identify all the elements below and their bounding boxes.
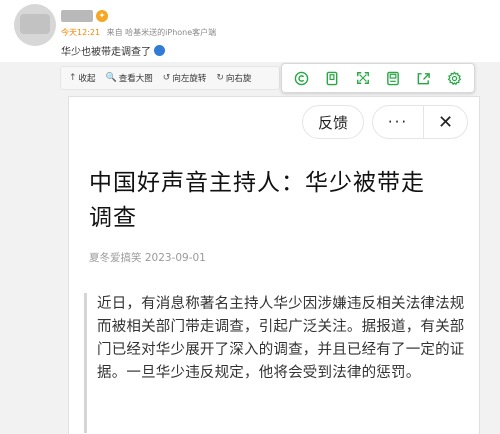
collapse-label: 收起 — [78, 74, 96, 84]
emoji-icon — [154, 45, 165, 56]
collapse-button[interactable]: ↑ 收起 — [69, 72, 96, 84]
expand-icon[interactable] — [352, 67, 374, 89]
feedback-button[interactable]: 反馈 — [302, 105, 364, 139]
settings-icon[interactable] — [444, 67, 466, 89]
rotate-right-button[interactable]: ↻ 向右旋 — [216, 72, 251, 84]
avatar[interactable] — [14, 4, 56, 46]
share-icon[interactable] — [413, 67, 435, 89]
rotate-left-label: 向左旋转 — [172, 74, 207, 84]
post-meta: 今天12:21 来自 哈基米送的iPhone客户端 — [61, 27, 216, 38]
bookmark-icon[interactable] — [321, 67, 343, 89]
extension-toolbar — [281, 63, 475, 93]
rotate-right-label: 向右旋 — [225, 74, 252, 84]
rotate-left-icon: ↺ — [162, 73, 171, 83]
post-source: 来自 哈基米送的iPhone客户端 — [106, 28, 217, 37]
article-body: 近日，有消息称著名主持人华少因涉嫌违反相关法律法规而被相关部门带走调查，引起广泛… — [97, 296, 465, 381]
rotate-left-button[interactable]: ↺ 向左旋转 — [163, 72, 207, 84]
rotate-right-icon: ↻ — [216, 73, 224, 83]
collapse-icon: ↑ — [69, 73, 77, 83]
article-title: 中国好声音主持人：华少被带走调查 — [89, 170, 425, 231]
quote-bar — [84, 293, 87, 433]
save-icon[interactable] — [382, 67, 404, 89]
post-text: 华少也被带走调查了 — [61, 43, 165, 58]
close-icon[interactable]: ✕ — [424, 105, 468, 139]
post-text-content: 华少也被带走调查了 — [61, 47, 151, 58]
verified-badge-icon: ✦ — [96, 10, 108, 22]
username-blurred[interactable] — [61, 10, 93, 22]
copyright-icon[interactable] — [290, 67, 312, 89]
view-large-label: 查看大图 — [118, 74, 153, 84]
article-byline: 夏冬爱搞笑 2023-09-01 — [89, 252, 206, 264]
post-header: ✦ 今天12:21 来自 哈基米送的iPhone客户端 华少也被带走调查了 — [0, 0, 500, 62]
image-toolbar: ↑ 收起 🔍 查看大图 ↺ 向左旋转 ↻ 向右旋 — [60, 66, 280, 90]
magnifier-icon: 🔍 — [105, 73, 117, 83]
post-time[interactable]: 今天12:21 — [61, 28, 100, 37]
more-button[interactable]: ··· — [372, 105, 424, 139]
view-large-button[interactable]: 🔍 查看大图 — [106, 72, 153, 84]
